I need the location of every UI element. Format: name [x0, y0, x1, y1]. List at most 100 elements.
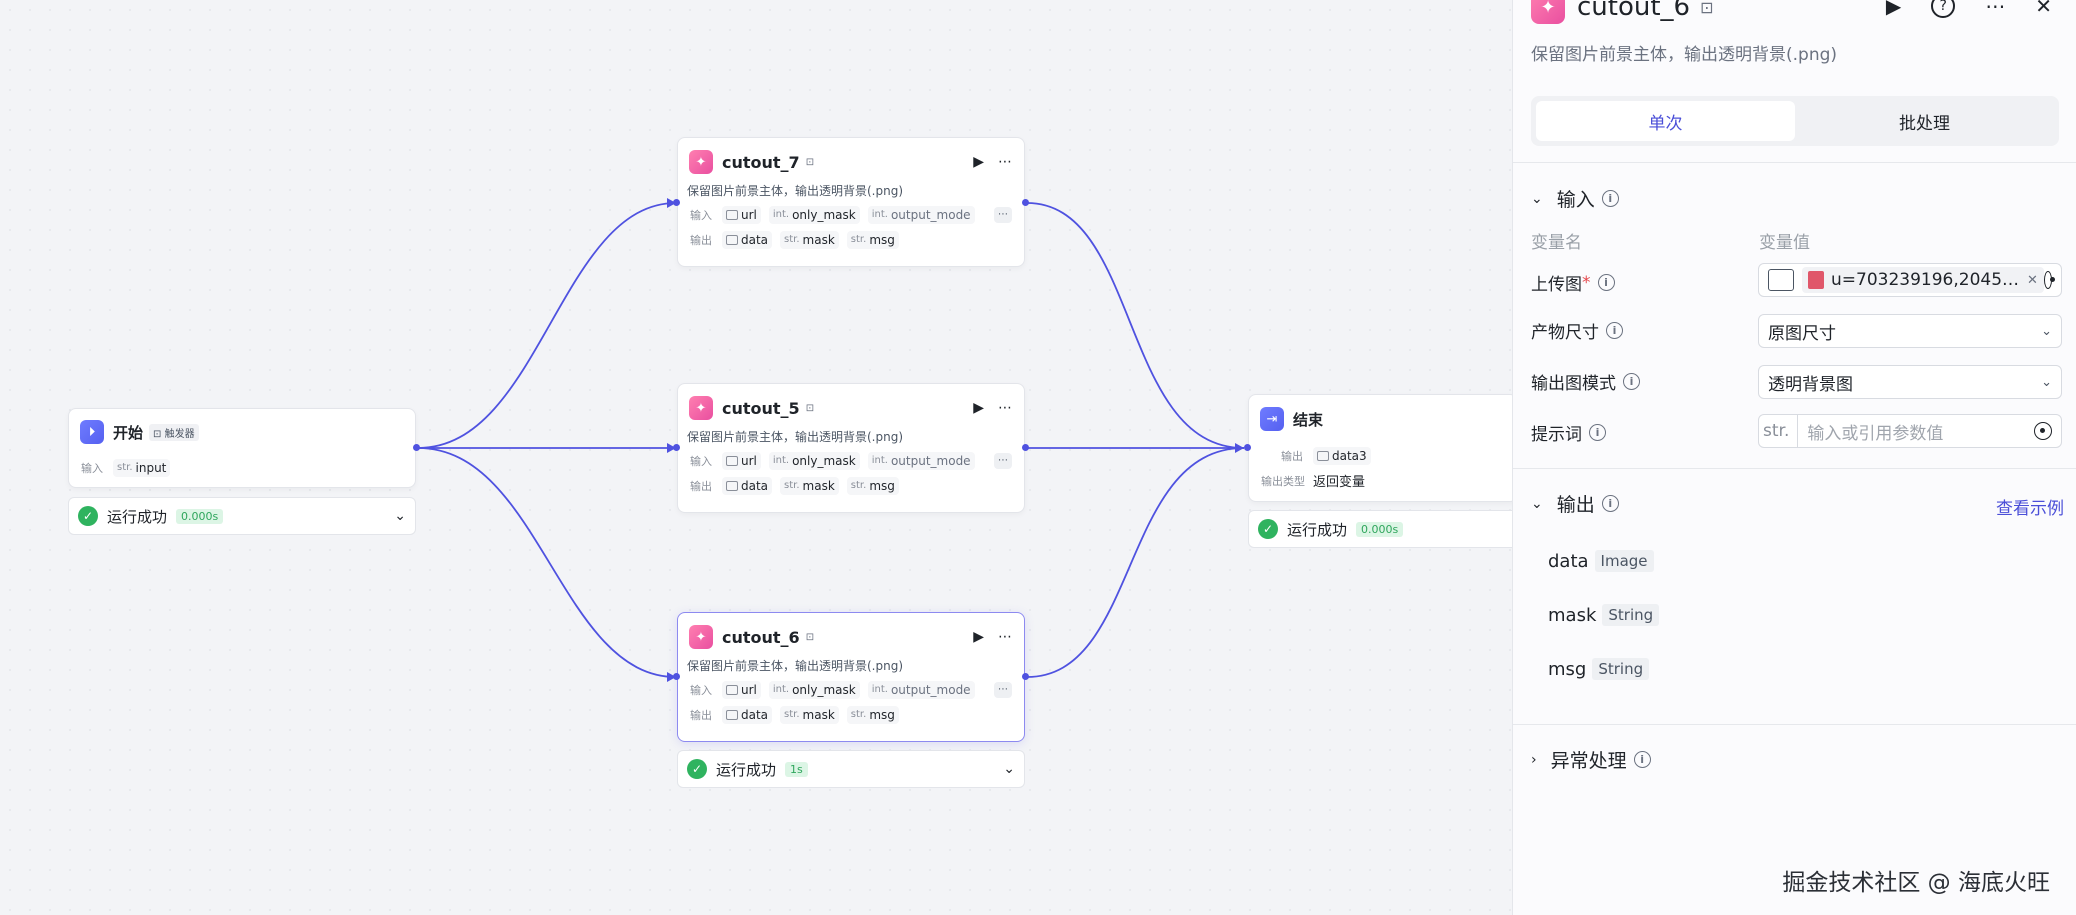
chevron-right-icon: › [1531, 751, 1537, 768]
more-inputs-icon[interactable]: ⋯ [994, 681, 1012, 698]
port-cutout7-in[interactable] [673, 199, 680, 206]
info-icon[interactable]: i [1601, 190, 1619, 207]
image-icon[interactable] [1768, 269, 1794, 291]
input-chip: int. only_mask [768, 205, 860, 224]
info-icon[interactable]: i [1597, 274, 1615, 291]
cutout6-status[interactable]: ✓ 运行成功 1s ⌄ [677, 750, 1025, 788]
end-node[interactable]: ⇥ 结束 输出 data3 输出类型 返回变量 [1248, 394, 1518, 502]
info-icon[interactable]: i [1589, 424, 1606, 441]
more-icon[interactable]: ⋯ [998, 400, 1012, 416]
port-cutout6-in[interactable] [673, 673, 680, 680]
section-label: 异常处理 [1550, 750, 1627, 772]
output-label: 输出 [690, 479, 712, 493]
output-item: msg String [1548, 658, 1650, 680]
tab-batch[interactable]: 批处理 [1795, 101, 2054, 141]
error-section-toggle[interactable]: › 异常处理 i [1531, 746, 1651, 773]
end-status[interactable]: ✓ 运行成功 0.000s [1248, 510, 1518, 548]
divider [1513, 162, 2076, 163]
edge-start-cutout6 [417, 447, 677, 678]
chevron-down-icon[interactable]: ⌄ [1003, 761, 1015, 777]
more-icon[interactable]: ⋯ [1985, 0, 2005, 18]
tab-single[interactable]: 单次 [1536, 101, 1795, 141]
panel-header: ✦ cutout_6 ⊡ [1531, 0, 1714, 24]
arrow-end [1235, 443, 1244, 453]
output-label: 输出 [1281, 449, 1303, 463]
upload-field[interactable]: u=703239196,2045… ✕ [1758, 263, 2062, 297]
col-value-header: 变量值 [1759, 233, 1810, 253]
input-chip: str. input [113, 458, 171, 477]
node-title: 结束 [1293, 410, 1324, 429]
reference-icon[interactable] [2043, 271, 2056, 289]
start-status[interactable]: ✓ 运行成功 0.000s ⌄ [68, 497, 416, 535]
remove-file-icon[interactable]: ✕ [2027, 273, 2038, 288]
more-icon[interactable]: ⋯ [998, 629, 1012, 645]
check-icon: ✓ [78, 506, 98, 526]
output-item: mask String [1548, 604, 1660, 626]
play-icon[interactable]: ▶ [973, 629, 984, 645]
info-icon[interactable]: i [1623, 373, 1640, 390]
edge-cutout7-end [1026, 202, 1245, 449]
output-chip: str. mask [780, 705, 839, 724]
image-icon [726, 455, 738, 466]
output-chip: data [722, 230, 773, 249]
close-icon[interactable]: ✕ [2035, 0, 2052, 18]
port-cutout5-out[interactable] [1022, 444, 1029, 451]
play-icon[interactable]: ▶ [973, 154, 984, 170]
mode-label: 输出图模式 i [1531, 369, 1640, 394]
info-icon[interactable]: i [1606, 322, 1623, 339]
divider [1513, 724, 2076, 725]
node-title: 开始 [113, 423, 144, 442]
port-start-out[interactable] [413, 444, 420, 451]
cutout-icon: ✦ [1531, 0, 1565, 24]
cutout6-node[interactable]: ✦ cutout_6 ⊡ ▶ ⋯ 保留图片前景主体，输出透明背景(.png) 输… [677, 612, 1025, 742]
play-icon[interactable]: ▶ [1886, 0, 1901, 18]
output-section-toggle[interactable]: ⌄ 输出 i [1531, 490, 1619, 517]
size-select[interactable]: 原图尺寸 ⌄ [1758, 314, 2062, 348]
input-section-toggle[interactable]: ⌄ 输入 i [1531, 185, 1619, 212]
watermark: 掘金技术社区 @ 海底火旺 [1782, 870, 2050, 896]
check-icon: ✓ [1258, 519, 1278, 539]
more-inputs-icon[interactable]: ⋯ [994, 452, 1012, 469]
port-cutout7-out[interactable] [1022, 199, 1029, 206]
workflow-canvas[interactable]: ⏵ 开始 ⊡ 触发器 输入 str. input ✓ 运行成功 0.000s ⌄ … [0, 0, 1518, 915]
chevron-down-icon[interactable]: ⌄ [394, 508, 406, 524]
play-icon[interactable]: ▶ [973, 400, 984, 416]
output-chip: data [722, 476, 773, 495]
port-end-in[interactable] [1244, 444, 1251, 451]
port-cutout5-in[interactable] [673, 444, 680, 451]
output-chip: data3 [1313, 446, 1371, 465]
trigger-tag[interactable]: ⊡ 触发器 [149, 423, 199, 441]
chevron-down-icon: ⌄ [1531, 495, 1543, 512]
start-node[interactable]: ⏵ 开始 ⊡ 触发器 输入 str. input [68, 408, 416, 488]
more-icon[interactable]: ⋯ [998, 154, 1012, 170]
uploaded-file-chip[interactable]: u=703239196,2045… ✕ [1802, 267, 2044, 293]
image-icon [1317, 450, 1329, 461]
prompt-input[interactable]: str. 输入或引用参数值 [1758, 414, 2062, 448]
mode-select[interactable]: 透明背景图 ⌄ [1758, 365, 2062, 399]
input-label: 输入 [690, 208, 712, 222]
file-thumbnail [1808, 271, 1824, 289]
output-chip: str. mask [780, 230, 839, 249]
output-chip: str. mask [780, 476, 839, 495]
end-icon: ⇥ [1260, 407, 1284, 431]
port-cutout6-out[interactable] [1022, 673, 1029, 680]
plugin-icon: ⊡ [1700, 0, 1714, 17]
cutout5-node[interactable]: ✦ cutout_5 ⊡ ▶ ⋯ 保留图片前景主体，输出透明背景(.png) 输… [677, 383, 1025, 513]
node-title: cutout_6 [722, 627, 800, 647]
panel-actions: ▶ ? ⋯ ✕ [1886, 0, 2052, 18]
info-icon[interactable]: i [1633, 751, 1651, 768]
view-example-link[interactable]: 查看示例 [1996, 494, 2064, 519]
plugin-icon: ⊡ [805, 631, 815, 643]
reference-icon[interactable] [2034, 422, 2052, 440]
input-chip: int. output_mode [867, 451, 975, 470]
help-icon[interactable]: ? [1931, 0, 1956, 18]
edge-cutout6-end [1026, 447, 1245, 678]
image-icon [726, 709, 738, 720]
output-chip: str. msg [846, 476, 899, 495]
info-icon[interactable]: i [1601, 495, 1619, 512]
output-type-value: 返回变量 [1313, 475, 1366, 490]
more-inputs-icon[interactable]: ⋯ [994, 206, 1012, 223]
output-type-tag: Image [1594, 550, 1654, 572]
chevron-down-icon: ⌄ [2041, 374, 2052, 390]
cutout7-node[interactable]: ✦ cutout_7 ⊡ ▶ ⋯ 保留图片前景主体，输出透明背景(.png) 输… [677, 137, 1025, 267]
